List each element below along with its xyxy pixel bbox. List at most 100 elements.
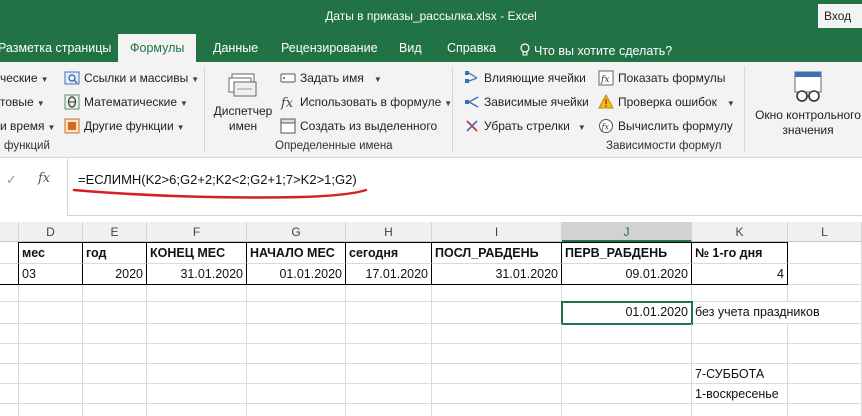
create-from-selection-button[interactable]: Создать из выделенного <box>280 116 437 136</box>
trace-dependents-button[interactable]: Зависимые ячейки <box>464 92 589 112</box>
cell[interactable] <box>432 344 562 364</box>
cell[interactable] <box>432 324 562 344</box>
watch-window-button[interactable]: Окно контрольного значения <box>748 70 862 138</box>
tab-data[interactable]: Данные <box>213 41 258 55</box>
cell[interactable] <box>0 242 19 264</box>
define-name-button[interactable]: Задать имя ▼ <box>280 68 382 88</box>
cell-k-value[interactable]: 4 <box>692 264 788 285</box>
cell[interactable] <box>432 285 562 302</box>
lookup-reference-button[interactable]: Ссылки и массивы ▼ <box>64 68 199 88</box>
cell[interactable] <box>147 384 247 404</box>
sign-in-button[interactable]: Вход <box>818 4 862 28</box>
cell[interactable] <box>0 344 19 364</box>
cell[interactable] <box>346 285 432 302</box>
cell[interactable] <box>346 344 432 364</box>
cell[interactable] <box>247 324 346 344</box>
cell-e-value[interactable]: 2020 <box>83 264 147 285</box>
cell[interactable] <box>346 324 432 344</box>
column-header-l[interactable]: L <box>788 222 862 242</box>
cell[interactable] <box>83 324 147 344</box>
cell[interactable] <box>432 384 562 404</box>
enter-check-icon[interactable]: ✓ <box>6 172 17 188</box>
cell[interactable] <box>19 344 83 364</box>
cell[interactable] <box>147 324 247 344</box>
cell-k-legend-sunday[interactable]: 1-воскресенье <box>692 384 788 404</box>
cell[interactable] <box>19 384 83 404</box>
cell[interactable] <box>432 364 562 384</box>
cell[interactable] <box>83 384 147 404</box>
cell[interactable] <box>19 404 83 416</box>
evaluate-formula-button[interactable]: fx Вычислить формулу <box>598 116 733 136</box>
logical-functions-button[interactable]: ческие ▼ <box>0 68 48 88</box>
column-header-h[interactable]: H <box>346 222 432 242</box>
cell-i-header[interactable]: ПОСЛ_РАБДЕНЬ <box>432 242 562 264</box>
cell[interactable] <box>247 404 346 416</box>
cell[interactable] <box>562 285 692 302</box>
tab-formulas[interactable]: Формулы <box>118 34 197 62</box>
cell[interactable] <box>83 344 147 364</box>
cell-k-note[interactable]: без учета праздников <box>692 302 820 324</box>
cell[interactable] <box>432 404 562 416</box>
trace-precedents-button[interactable]: Влияющие ячейки <box>464 68 586 88</box>
column-header-e[interactable]: E <box>83 222 147 242</box>
tell-me-search[interactable]: Что вы хотите сделать? <box>520 41 672 58</box>
column-header-g[interactable]: G <box>247 222 346 242</box>
cell[interactable] <box>147 364 247 384</box>
cell-j-selected[interactable]: 01.01.2020 <box>562 302 692 324</box>
cell[interactable] <box>0 364 19 384</box>
cell[interactable] <box>788 364 862 384</box>
cell[interactable] <box>83 404 147 416</box>
cell-f-header[interactable]: КОНЕЦ МЕС <box>147 242 247 264</box>
cell[interactable] <box>562 344 692 364</box>
cell[interactable] <box>83 364 147 384</box>
cell-h-header[interactable]: сегодня <box>346 242 432 264</box>
cell[interactable] <box>692 324 788 344</box>
cell[interactable] <box>83 285 147 302</box>
text-functions-button[interactable]: товые ▼ <box>0 92 45 112</box>
tab-page-layout[interactable]: Разметка страницы <box>0 41 111 55</box>
cell[interactable] <box>692 285 788 302</box>
cell[interactable] <box>19 302 83 324</box>
cell[interactable] <box>19 285 83 302</box>
cell-i-value[interactable]: 31.01.2020 <box>432 264 562 285</box>
cell[interactable] <box>788 404 862 416</box>
cell-g-value[interactable]: 01.01.2020 <box>247 264 346 285</box>
cell-d-header[interactable]: мес <box>19 242 83 264</box>
cell[interactable] <box>788 264 862 285</box>
error-checking-button[interactable]: Проверка ошибок ▼ <box>598 92 735 112</box>
name-manager-button[interactable]: Диспетчер имен <box>210 72 276 134</box>
cell[interactable] <box>562 324 692 344</box>
cell[interactable] <box>247 364 346 384</box>
tab-help[interactable]: Справка <box>447 41 496 55</box>
cell[interactable] <box>788 384 862 404</box>
cell-g-header[interactable]: НАЧАЛО МЕС <box>247 242 346 264</box>
column-header-k[interactable]: K <box>692 222 788 242</box>
tab-view[interactable]: Вид <box>399 41 422 55</box>
cell-k-legend-saturday[interactable]: 7-СУББОТА <box>692 364 788 384</box>
cell[interactable] <box>346 302 432 324</box>
cell-j-header[interactable]: ПЕРВ_РАБДЕНЬ <box>562 242 692 264</box>
cell[interactable] <box>19 364 83 384</box>
cell[interactable] <box>562 404 692 416</box>
cell[interactable] <box>346 364 432 384</box>
more-functions-button[interactable]: Другие функции ▼ <box>64 116 185 136</box>
cell[interactable] <box>788 344 862 364</box>
cell[interactable] <box>788 324 862 344</box>
cell-d-value[interactable]: 03 <box>19 264 83 285</box>
column-header-i[interactable]: I <box>432 222 562 242</box>
cell-k-header[interactable]: № 1-го дня <box>692 242 788 264</box>
cell-f-value[interactable]: 31.01.2020 <box>147 264 247 285</box>
show-formulas-button[interactable]: fx Показать формулы <box>598 68 725 88</box>
column-header-j[interactable]: J <box>562 222 692 242</box>
cell[interactable] <box>0 285 19 302</box>
cell[interactable] <box>147 302 247 324</box>
cell[interactable] <box>19 324 83 344</box>
cell[interactable] <box>0 264 19 285</box>
remove-arrows-button[interactable]: Убрать стрелки ▼ <box>464 116 586 136</box>
cell[interactable] <box>0 324 19 344</box>
cell[interactable] <box>788 285 862 302</box>
cell[interactable] <box>346 384 432 404</box>
formula-input[interactable]: =ЕСЛИМН(K2>6;G2+2;K2<2;G2+1;7>K2>1;G2) <box>78 172 357 187</box>
cell[interactable] <box>247 384 346 404</box>
cell[interactable] <box>247 344 346 364</box>
